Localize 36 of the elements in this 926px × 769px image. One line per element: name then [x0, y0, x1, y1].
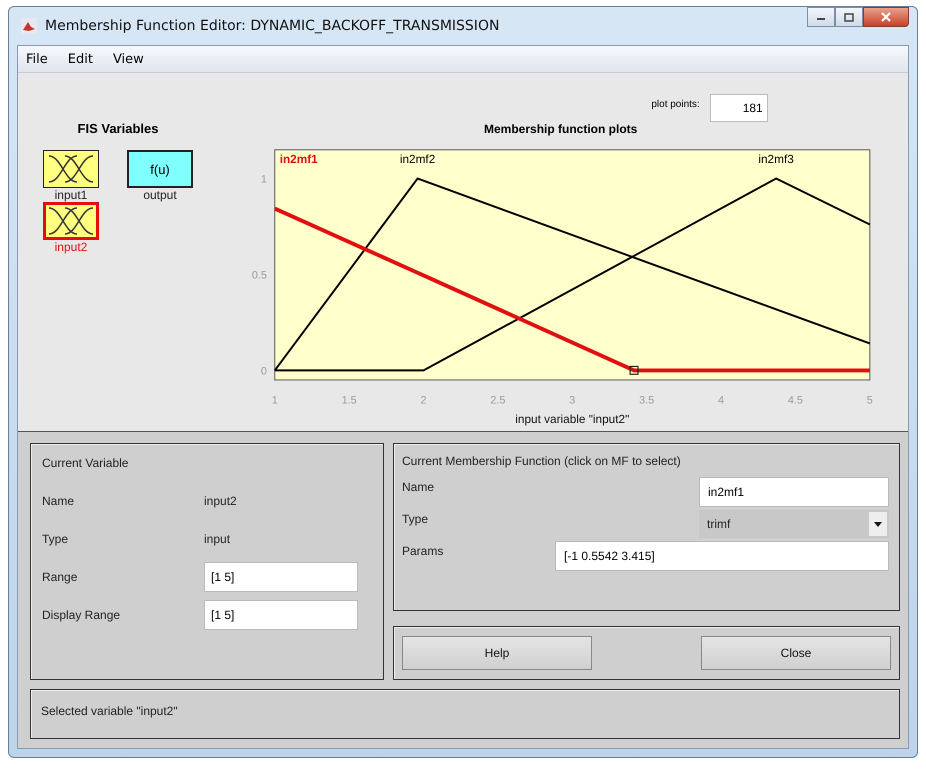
x-tick-label: 5 [866, 394, 873, 406]
y-tick-label: 1 [260, 173, 267, 186]
panel-title: Current Membership Function (click on MF to select) [402, 454, 682, 468]
dropdown-value: trimf [707, 517, 730, 531]
status-text: Selected variable "input2" [41, 704, 178, 718]
window-title: Membership Function Editor: DYNAMIC_BACKOFF_TRANSMISSION [45, 18, 500, 34]
x-tick-label: 1.5 [342, 394, 357, 406]
plot-points-label: plot points: [651, 99, 700, 110]
x-tick-label: 1 [272, 394, 278, 406]
x-tick-label: 3.5 [639, 394, 654, 406]
field-value: input2 [204, 494, 237, 508]
x-tick-label: 3 [569, 394, 576, 406]
field-label: Display Range [42, 608, 122, 622]
curve-label: in2mf3 [758, 152, 794, 166]
x-tick-label: 2.5 [490, 394, 506, 406]
panel-title: FIS Variables [76, 121, 160, 136]
variable-label: input2 [54, 240, 88, 254]
variable-label: output [143, 188, 177, 202]
x-tick-label: 4 [718, 394, 724, 406]
panel-title: Current Variable [42, 456, 130, 470]
variable-label: input1 [54, 188, 88, 202]
field-label: Range [42, 570, 78, 584]
field-label: Type [42, 532, 70, 546]
field-label: Name [42, 494, 76, 508]
curve-label: in2mf1 [280, 152, 318, 166]
field-label: Params [402, 544, 444, 558]
y-tick-label: 0 [260, 365, 267, 378]
field-label: Type [402, 512, 430, 526]
curve-label: in2mf2 [400, 152, 436, 166]
x-axis-label: input variable "input2" [515, 412, 630, 426]
x-tick-label: 2 [420, 394, 427, 406]
y-tick-label: 0.5 [252, 269, 267, 282]
field-value: input [204, 532, 230, 546]
x-tick-label: 4.5 [788, 394, 803, 406]
plot-title: Membership function plots [484, 122, 638, 136]
field-label: Name [402, 480, 436, 494]
